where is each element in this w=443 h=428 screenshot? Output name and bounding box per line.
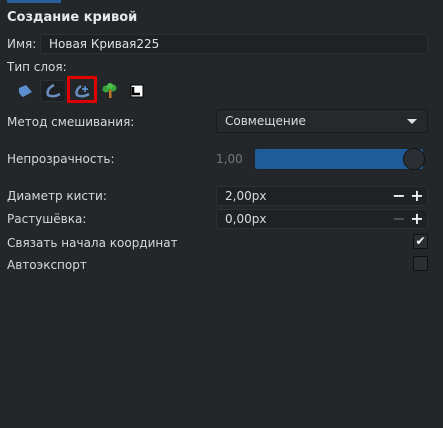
curve-gradient-icon[interactable] <box>124 80 150 102</box>
autoexport-checkbox[interactable] <box>413 256 428 271</box>
feather-value: 0,00px <box>225 212 267 226</box>
blend-method-dropdown[interactable]: Совмещение <box>216 109 428 133</box>
link-origins-label: Связать начала координат <box>7 236 178 250</box>
feather-increment[interactable]: + <box>409 210 425 228</box>
link-origins-checkbox[interactable]: ✔ <box>413 234 428 249</box>
feather-input[interactable]: 0,00px − + <box>216 209 428 229</box>
feather-decrement[interactable]: − <box>391 210 407 228</box>
active-tab-indicator <box>7 0 61 3</box>
layer-type-label: Тип слоя: <box>7 60 67 74</box>
opacity-label: Непрозрачность: <box>7 152 115 166</box>
brush-size-input[interactable]: 2,00px − + <box>216 186 428 206</box>
brush-size-value: 2,00px <box>225 189 267 203</box>
highlight-box <box>67 76 97 103</box>
brush-size-decrement[interactable]: − <box>391 187 407 205</box>
feather-label: Растушёвка: <box>7 212 87 226</box>
autoexport-label: Автоэкспорт <box>7 258 87 272</box>
opacity-slider[interactable] <box>255 149 423 169</box>
brush-size-label: Диаметр кисти: <box>7 189 107 203</box>
chevron-down-icon <box>407 119 417 124</box>
plant-icon[interactable] <box>97 80 123 102</box>
region-icon[interactable] <box>12 80 38 102</box>
name-input[interactable]: Новая Кривая225 <box>40 34 428 54</box>
opacity-value: 1,00 <box>216 152 243 166</box>
opacity-slider-handle[interactable] <box>403 148 425 170</box>
name-label: Имя: <box>7 37 37 51</box>
brush-size-increment[interactable]: + <box>409 187 425 205</box>
blend-method-value: Совмещение <box>225 114 306 128</box>
blend-method-label: Метод смешивания: <box>7 115 135 129</box>
panel-title: Создание кривой <box>7 10 138 25</box>
outline-icon[interactable] <box>40 80 66 102</box>
